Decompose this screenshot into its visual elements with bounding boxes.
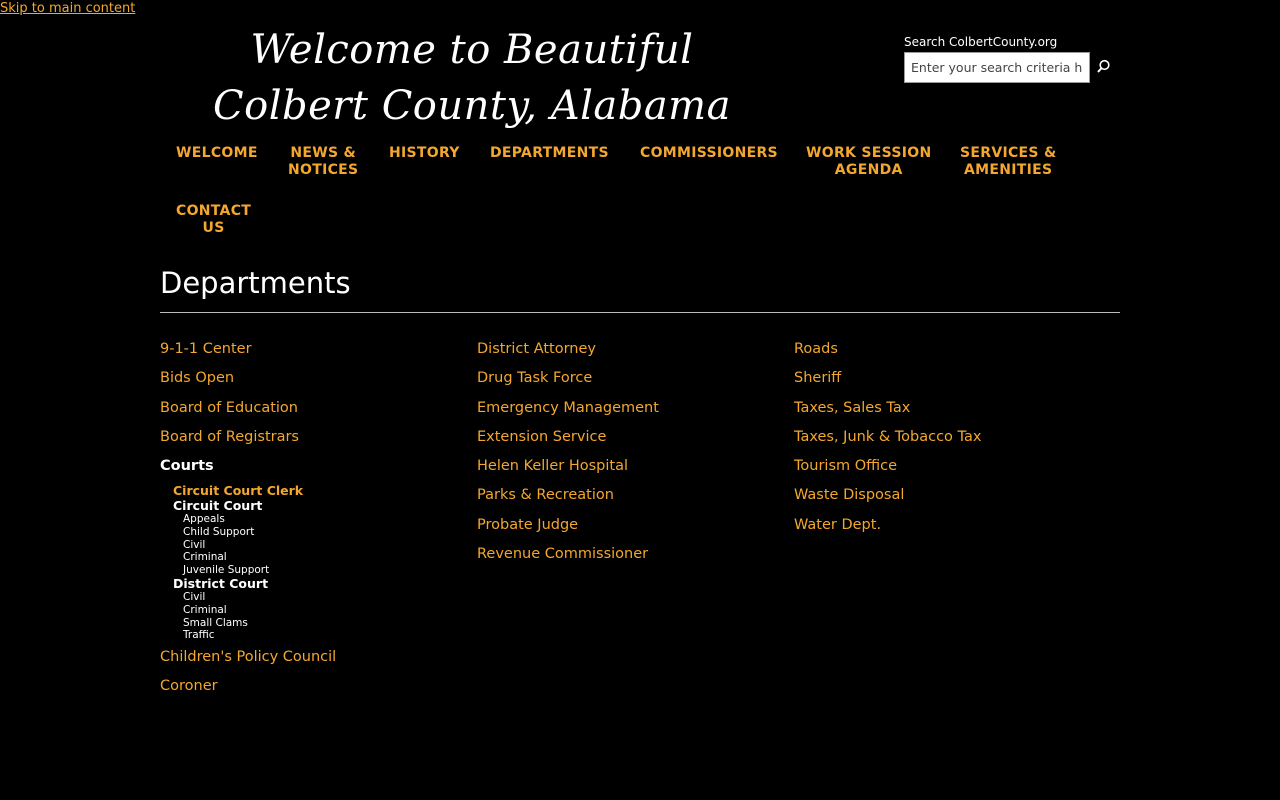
dept-link-extension-service[interactable]: Extension Service xyxy=(477,423,787,452)
dept-link-junk-tobacco-tax[interactable]: Taxes, Junk & Tobacco Tax xyxy=(794,423,1104,452)
nav-history-label: HISTORY xyxy=(389,145,460,161)
nav-welcome-label: WELCOME xyxy=(176,145,258,161)
departments-column-2: District Attorney Drug Task Force Emerge… xyxy=(477,335,787,569)
nav-history[interactable]: HISTORY xyxy=(389,145,460,162)
link-circuit-juvenile-support[interactable]: Juvenile Support xyxy=(173,564,470,577)
nav-services-label-1: SERVICES & xyxy=(960,145,1057,161)
title-divider xyxy=(160,312,1120,313)
circuit-court-heading: Circuit Court xyxy=(173,498,263,514)
nav-news-notices[interactable]: NEWS & NOTICES xyxy=(288,145,358,179)
dept-link-board-of-registrars[interactable]: Board of Registrars xyxy=(160,423,470,452)
dept-link-district-attorney[interactable]: District Attorney xyxy=(477,335,787,364)
dept-link-sales-tax[interactable]: Taxes, Sales Tax xyxy=(794,394,1104,423)
link-circuit-civil[interactable]: Civil xyxy=(173,539,470,552)
dept-link-drug-task-force[interactable]: Drug Task Force xyxy=(477,364,787,393)
search-label: Search ColbertCounty.org xyxy=(904,35,1058,49)
nav-welcome[interactable]: WELCOME xyxy=(176,145,258,162)
nav-services-label-2: AMENITIES xyxy=(964,162,1053,178)
site-title-line-1: Welcome to Beautiful xyxy=(250,27,694,73)
dept-link-board-of-education[interactable]: Board of Education xyxy=(160,394,470,423)
dept-link-bids-open[interactable]: Bids Open xyxy=(160,364,470,393)
search-icon xyxy=(1097,59,1110,73)
skip-to-main-link[interactable]: Skip to main content xyxy=(0,1,135,16)
nav-contact-label-2: US xyxy=(202,220,225,236)
dept-link-revenue-commissioner[interactable]: Revenue Commissioner xyxy=(477,540,787,569)
link-district-criminal[interactable]: Criminal xyxy=(173,604,470,617)
courts-submenu: Circuit Court Clerk Circuit Court Appeal… xyxy=(160,483,470,641)
page-title: Departments xyxy=(160,266,351,300)
link-district-traffic[interactable]: Traffic xyxy=(173,629,470,642)
nav-commissioners[interactable]: COMMISSIONERS xyxy=(640,145,778,162)
departments-column-1: 9-1-1 Center Bids Open Board of Educatio… xyxy=(160,335,470,701)
site-title-line-2: Colbert County, Alabama xyxy=(213,83,731,129)
dept-link-probate-judge[interactable]: Probate Judge xyxy=(477,511,787,540)
dept-link-tourism-office[interactable]: Tourism Office xyxy=(794,452,1104,481)
nav-news-label-1: NEWS & xyxy=(290,145,357,161)
dept-link-emergency-management[interactable]: Emergency Management xyxy=(477,394,787,423)
nav-work-session-agenda[interactable]: WORK SESSION AGENDA xyxy=(806,145,931,179)
dept-link-helen-keller-hospital[interactable]: Helen Keller Hospital xyxy=(477,452,787,481)
nav-contact-us[interactable]: CONTACT US xyxy=(176,203,251,237)
nav-commissioners-label: COMMISSIONERS xyxy=(640,145,778,161)
link-district-civil[interactable]: Civil xyxy=(173,591,470,604)
dept-link-sheriff[interactable]: Sheriff xyxy=(794,364,1104,393)
link-circuit-child-support[interactable]: Child Support xyxy=(173,526,470,539)
link-district-small-claims[interactable]: Small Clams xyxy=(173,617,470,630)
dept-link-911-center[interactable]: 9-1-1 Center xyxy=(160,335,470,364)
link-circuit-appeals[interactable]: Appeals xyxy=(173,513,470,526)
departments-column-3: Roads Sheriff Taxes, Sales Tax Taxes, Ju… xyxy=(794,335,1104,540)
dept-link-water-dept[interactable]: Water Dept. xyxy=(794,511,1104,540)
dept-link-waste-disposal[interactable]: Waste Disposal xyxy=(794,481,1104,510)
nav-work-label-1: WORK SESSION xyxy=(806,145,932,161)
site-title: Welcome to Beautiful Colbert County, Ala… xyxy=(212,22,732,134)
dept-link-parks-recreation[interactable]: Parks & Recreation xyxy=(477,481,787,510)
page-wrapper: Welcome to Beautiful Colbert County, Ala… xyxy=(160,0,1120,800)
link-circuit-criminal[interactable]: Criminal xyxy=(173,551,470,564)
dept-link-childrens-policy-council[interactable]: Children's Policy Council xyxy=(160,643,470,672)
nav-departments-label: DEPARTMENTS xyxy=(490,145,609,161)
search-input[interactable] xyxy=(904,52,1090,83)
nav-departments[interactable]: DEPARTMENTS xyxy=(490,145,609,162)
search-button[interactable] xyxy=(1092,52,1120,83)
nav-news-label-2: NOTICES xyxy=(288,162,359,178)
dept-link-roads[interactable]: Roads xyxy=(794,335,1104,364)
nav-work-label-2: AGENDA xyxy=(834,162,903,178)
courts-heading: Courts xyxy=(160,458,214,475)
link-circuit-court-clerk[interactable]: Circuit Court Clerk xyxy=(173,483,470,498)
district-court-heading: District Court xyxy=(173,576,269,592)
nav-services-amenities[interactable]: SERVICES & AMENITIES xyxy=(960,145,1056,179)
dept-link-coroner[interactable]: Coroner xyxy=(160,672,470,701)
nav-contact-label-1: CONTACT xyxy=(176,203,252,219)
